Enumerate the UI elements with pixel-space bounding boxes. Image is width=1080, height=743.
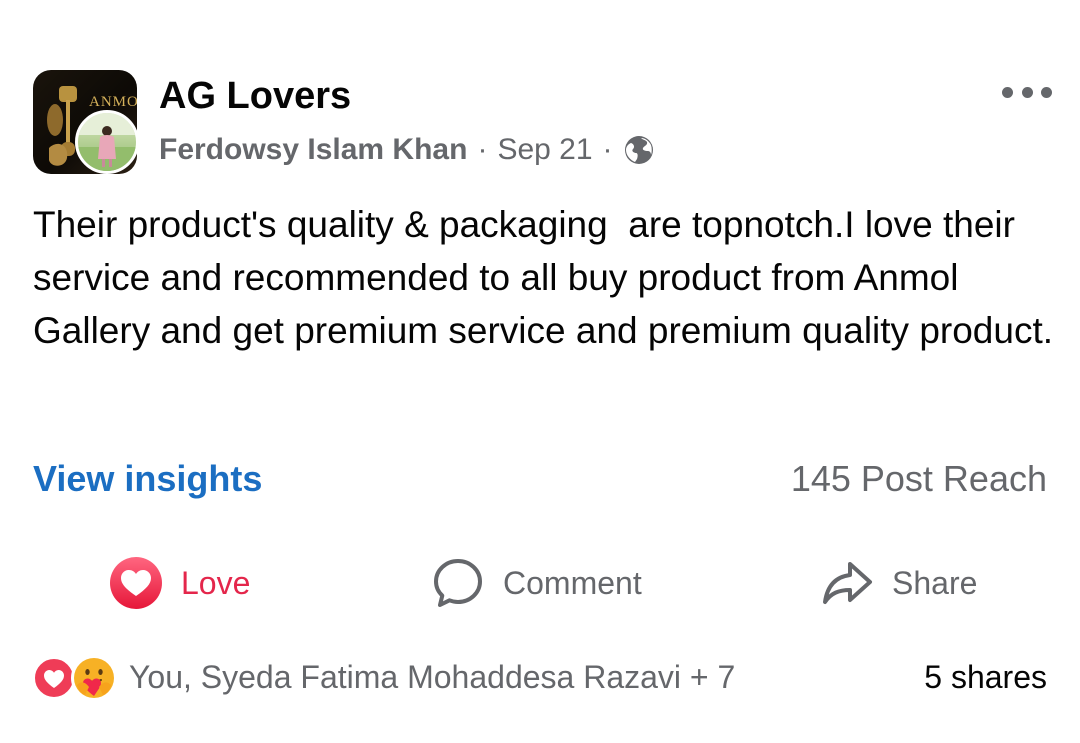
reactions-summary: You, Syeda Fatima Mohaddesa Razavi + 7 5… (33, 652, 1047, 702)
page-name[interactable]: AG Lovers (159, 74, 351, 118)
author-name[interactable]: Ferdowsy Islam Khan (159, 133, 467, 167)
meta-separator: · (602, 133, 613, 166)
care-reaction-icon (71, 655, 117, 701)
love-reaction-icon (110, 557, 162, 609)
reactors-list[interactable]: You, Syeda Fatima Mohaddesa Razavi + 7 (129, 652, 735, 702)
post-reach-count: 145 Post Reach (790, 458, 1047, 499)
more-dot (1041, 86, 1052, 98)
reaction-icons[interactable] (33, 655, 119, 701)
comment-button[interactable]: Comment (431, 550, 642, 616)
love-button-label: Love (181, 564, 251, 601)
share-button[interactable]: Share (820, 550, 977, 616)
page-avatar-wordmark: ANMOL (89, 94, 137, 110)
share-button-label: Share (892, 564, 978, 601)
person-photo-icon (78, 113, 136, 171)
post-header: ANMOL AG Lovers Ferdowsy Islam Khan · Se… (33, 70, 1053, 180)
post-date[interactable]: Sep 21 (497, 133, 592, 167)
post-meta: Ferdowsy Islam Khan · Sep 21 · (159, 130, 655, 170)
comment-button-label: Comment (503, 564, 642, 601)
more-dot (1021, 86, 1033, 98)
share-icon (823, 562, 872, 604)
love-reaction-icon (33, 657, 75, 699)
love-button[interactable]: Love (109, 550, 250, 616)
action-bar: Love Comment Share (0, 550, 1080, 616)
post-card: ANMOL AG Lovers Ferdowsy Islam Khan · Se… (0, 0, 1080, 743)
shares-count[interactable]: 5 shares (924, 652, 1047, 702)
more-dot (1002, 86, 1013, 98)
author-avatar[interactable] (75, 110, 139, 174)
post-body-text: Their product's quality & packaging are … (33, 204, 1054, 351)
view-insights-link[interactable]: View insights (33, 456, 262, 502)
comment-icon (434, 559, 482, 607)
more-horizontal-icon[interactable] (1002, 82, 1052, 102)
meta-separator: · (477, 133, 488, 166)
globe-icon (624, 136, 653, 164)
